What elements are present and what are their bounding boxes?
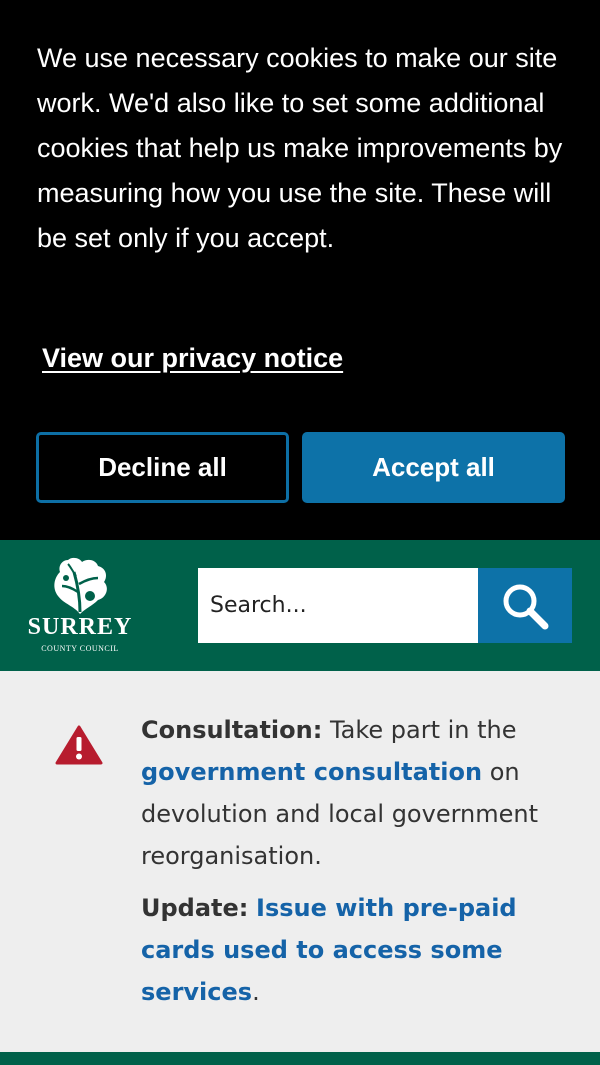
cookie-message: We use necessary cookies to make our sit… xyxy=(37,43,563,253)
site-header: SURREY COUNTY COUNCIL xyxy=(0,540,600,671)
logo-subtitle: COUNTY COUNCIL xyxy=(41,644,119,653)
government-consultation-link[interactable]: government consultation xyxy=(141,758,482,786)
accept-all-button[interactable]: Accept all xyxy=(302,432,565,503)
logo-wordmark: SURREY xyxy=(27,614,133,640)
cookie-banner: We use necessary cookies to make our sit… xyxy=(0,0,600,540)
decline-all-button[interactable]: Decline all xyxy=(36,432,289,503)
privacy-notice-link[interactable]: View our privacy notice xyxy=(42,343,343,374)
alert-item: Update: Issue with pre-paid cards used t… xyxy=(141,887,561,1013)
warning-icon xyxy=(55,725,103,765)
alert-text: . xyxy=(252,978,260,1006)
alert-panel: Consultation: Take part in the governmen… xyxy=(0,671,600,1052)
alert-messages: Consultation: Take part in the governmen… xyxy=(141,709,561,1013)
alert-text: Take part in the xyxy=(322,716,517,744)
oak-leaf-icon xyxy=(54,557,107,614)
surrey-logo[interactable]: SURREY COUNTY COUNCIL xyxy=(22,556,138,656)
search-input[interactable] xyxy=(198,568,478,643)
footer-strip xyxy=(0,1052,600,1065)
alert-label: Consultation: xyxy=(141,716,323,744)
search-button[interactable] xyxy=(478,568,572,643)
alert-item: Consultation: Take part in the governmen… xyxy=(141,709,561,877)
alert-text xyxy=(248,894,256,922)
search-icon xyxy=(503,584,549,629)
alert-label: Update: xyxy=(141,894,249,922)
